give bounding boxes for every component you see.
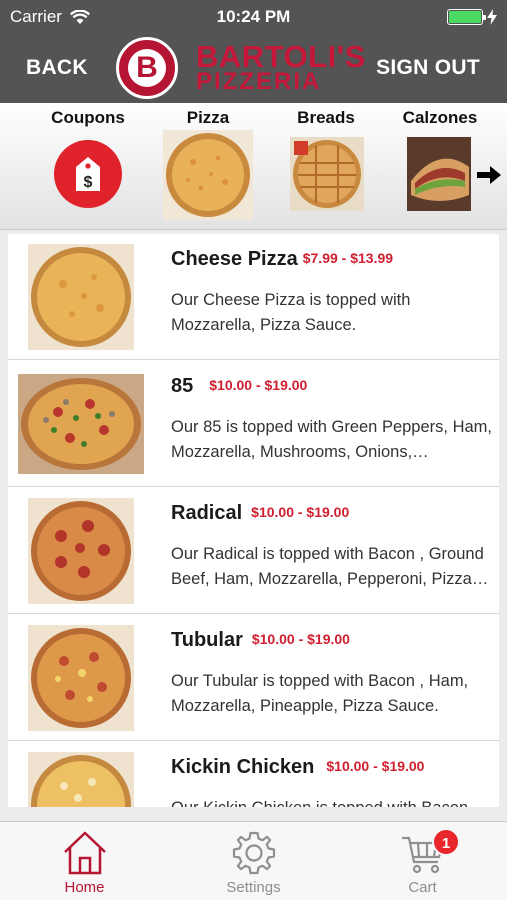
battery-indicator — [447, 9, 497, 25]
menu-item-price: $10.00 - $19.00 — [326, 758, 425, 774]
tab-home[interactable]: Home — [0, 822, 169, 900]
sign-out-button[interactable]: SIGN OUT — [376, 56, 480, 80]
menu-item-85[interactable]: 85 $10.00 - $19.00 Our 85 is topped with … — [8, 361, 499, 487]
bartolis-logo: B BARTOLI'S PIZZERIA — [116, 37, 386, 99]
tab-settings[interactable]: Settings — [169, 822, 338, 900]
menu-item-name: Cheese Pizza — [171, 248, 298, 270]
category-breads[interactable]: Breads — [271, 103, 381, 229]
tubular-pizza-image — [28, 625, 134, 731]
menu-item-radical[interactable]: Radical $10.00 - $19.00 Our Radical is to… — [8, 488, 499, 614]
calzone-image — [407, 137, 471, 211]
logo-line-2: PIZZERIA — [196, 68, 322, 95]
menu-item-name: 85 — [171, 375, 194, 397]
menu-item-title: Radical $10.00 - $19.00 — [171, 502, 349, 525]
cheese-pizza-image — [28, 244, 134, 350]
status-time: 10:24 PM — [216, 7, 291, 26]
status-bar: Carrier 10:24 PM — [0, 0, 507, 34]
back-button[interactable]: BACK — [26, 56, 88, 80]
charging-bolt-icon — [487, 9, 497, 25]
category-label: Breads — [297, 108, 355, 127]
gear-icon — [232, 831, 276, 875]
menu-item-title: Kickin Chicken $10.00 - $19.00 — [171, 756, 424, 779]
scroll-right-arrow-icon[interactable] — [477, 165, 501, 185]
cart-count-badge: 1 — [432, 828, 460, 856]
menu-item-price: $10.00 - $19.00 — [251, 504, 350, 520]
menu-item-price: $7.99 - $13.99 — [302, 250, 394, 266]
menu-item-cheese-pizza[interactable]: Cheese Pizza $7.99 - $13.99 Our Cheese Pi… — [8, 234, 499, 360]
menu-item-description: Our Tubular is topped with Bacon , Ham, … — [171, 672, 469, 715]
kickin-chicken-pizza-image — [28, 752, 134, 807]
category-label: Calzones — [402, 108, 478, 127]
menu-item-description: Our 85 is topped with Green Peppers, Ham… — [171, 418, 492, 461]
menu-item-name: Radical — [171, 502, 243, 524]
logo-badge-letter: B — [128, 49, 166, 87]
menu-item-title: 85 $10.00 - $19.00 — [171, 375, 307, 398]
tab-label: Home — [64, 879, 105, 896]
bread-image — [290, 137, 364, 211]
85-pizza-image — [18, 374, 144, 474]
tab-label: Cart — [408, 879, 437, 896]
menu-item-title: Cheese Pizza $7.99 - $13.99 — [171, 248, 393, 271]
menu-item-name: Kickin Chicken — [171, 756, 315, 778]
category-pizza[interactable]: Pizza — [153, 103, 263, 229]
menu-item-price: $10.00 - $19.00 — [251, 631, 350, 647]
category-coupons[interactable]: Coupons $ — [33, 103, 143, 229]
menu-item-description: Our Cheese Pizza is topped with Mozzarel… — [171, 291, 411, 334]
menu-item-description: Our Kickin Chicken is topped with Bacon — [171, 796, 495, 807]
tab-label: Settings — [226, 879, 281, 896]
menu-item-tubular[interactable]: Tubular $10.00 - $19.00 Our Tubular is to… — [8, 615, 499, 741]
tab-cart[interactable]: 1 Cart — [338, 822, 507, 900]
radical-pizza-image — [28, 498, 134, 604]
category-label: Pizza — [186, 108, 230, 127]
category-label: Coupons — [51, 108, 125, 127]
battery-icon — [447, 9, 486, 25]
home-icon — [64, 831, 106, 875]
menu-item-kickin-chicken[interactable]: Kickin Chicken $10.00 - $19.00 Our Kickin… — [8, 742, 499, 807]
app-header: Carrier 10:24 PM BACK B BARTOLI'S PIZZER… — [0, 0, 507, 103]
menu-item-name: Tubular — [171, 629, 243, 651]
menu-item-price: $10.00 - $19.00 — [209, 377, 308, 393]
menu-item-description: Our Radical is topped with Bacon , Groun… — [171, 545, 484, 588]
coupon-tag-icon: $ — [54, 140, 122, 208]
logo-badge-icon: B — [116, 37, 178, 99]
tab-bar: Home Settings 1 Cart — [0, 821, 507, 900]
svg-text:$: $ — [84, 174, 93, 191]
menu-item-list[interactable]: Cheese Pizza $7.99 - $13.99 Our Cheese Pi… — [8, 234, 499, 807]
menu-item-title: Tubular $10.00 - $19.00 — [171, 629, 350, 652]
category-strip: Coupons $ Pizza Breads Calzones — [0, 103, 507, 230]
pizza-image — [163, 130, 253, 220]
